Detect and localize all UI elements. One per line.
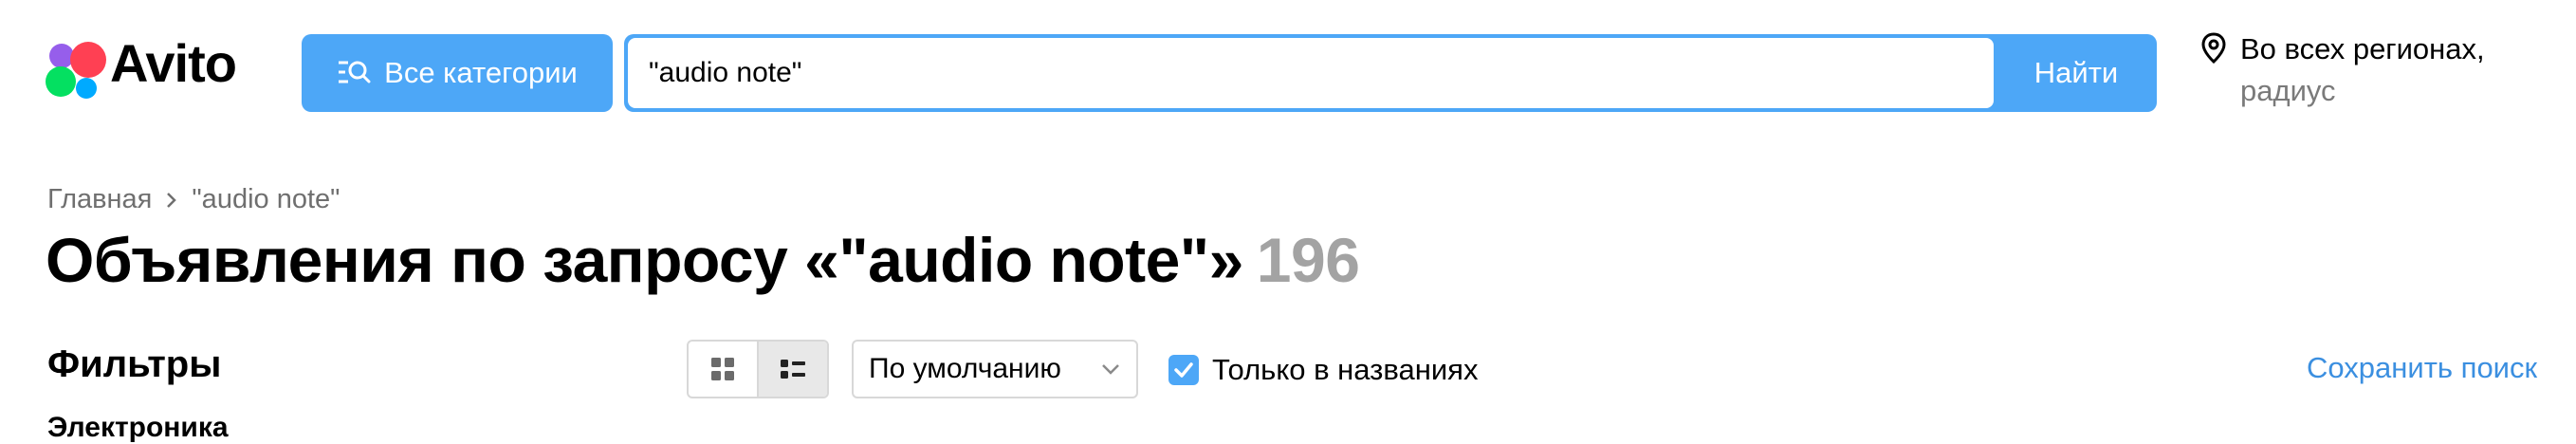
sort-select-value: По умолчанию — [869, 353, 1061, 384]
avito-logo[interactable]: Avito — [44, 33, 262, 101]
results-count: 196 — [1256, 225, 1360, 295]
region-radius: радиус — [2240, 74, 2336, 107]
logo-text: Avito — [110, 33, 237, 93]
page-title-text: Объявления по запросу «"audio note"» — [46, 225, 1243, 295]
search-button[interactable]: Найти — [1996, 34, 2157, 112]
all-categories-label: Все категории — [384, 56, 578, 89]
view-toggle — [687, 340, 829, 398]
chevron-down-icon — [1102, 364, 1119, 375]
region-name: Во всех регионах, — [2240, 32, 2485, 65]
filter-category-electronics[interactable]: Электроника — [47, 412, 229, 444]
grid-view-icon — [711, 358, 734, 380]
only-in-titles-label: Только в названиях — [1212, 353, 1479, 386]
only-in-titles-checkbox[interactable]: Только в названиях — [1168, 353, 1478, 387]
filters-heading: Фильтры — [47, 343, 222, 385]
categories-search-icon — [339, 61, 371, 83]
grid-view-button[interactable] — [689, 342, 757, 397]
checkmark-icon — [1168, 355, 1199, 385]
search-input[interactable]: "audio note" — [628, 38, 1994, 108]
list-view-button[interactable] — [757, 342, 827, 397]
avito-logo-icon — [44, 42, 114, 99]
breadcrumb-current: "audio note" — [192, 184, 340, 214]
chevron-right-icon — [167, 192, 177, 208]
list-view-icon — [781, 360, 805, 379]
search-bar: "audio note" Найти — [624, 34, 2157, 112]
all-categories-button[interactable]: Все категории — [302, 34, 613, 112]
breadcrumb-home[interactable]: Главная — [47, 184, 152, 215]
location-pin-icon — [2201, 32, 2226, 65]
sort-select[interactable]: По умолчанию — [852, 340, 1138, 398]
breadcrumb: Главная "audio note" — [47, 184, 340, 215]
page-title: Объявления по запросу «"audio note"» 196 — [46, 224, 1360, 296]
save-search-link[interactable]: Сохранить поиск — [2307, 351, 2537, 385]
